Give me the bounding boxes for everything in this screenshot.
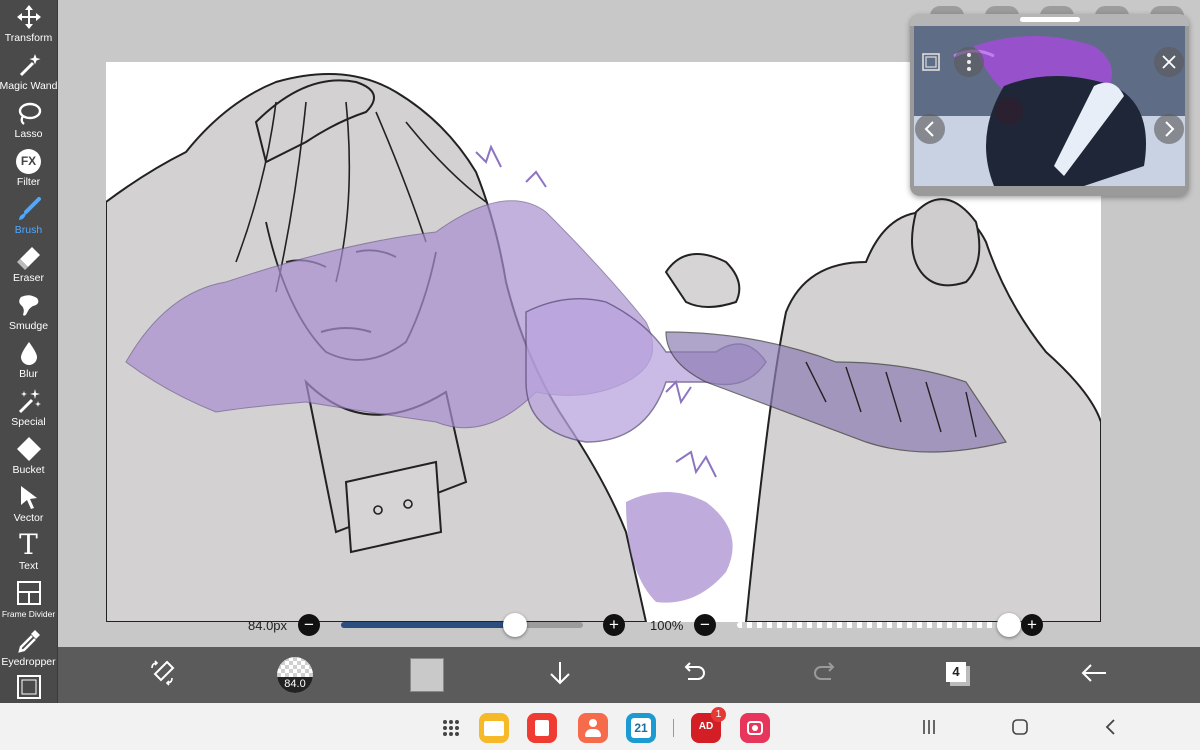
tool-label: Text: [18, 560, 39, 572]
back-icon[interactable]: [1099, 715, 1123, 739]
tool-magic-wand[interactable]: Magic Wand: [0, 48, 57, 96]
bucket-icon: [14, 434, 44, 464]
tool-eyedropper[interactable]: Eyedropper: [0, 624, 57, 672]
my-files-app[interactable]: [479, 713, 509, 743]
tool-label: Eraser: [13, 272, 44, 284]
layers-icon: 4: [944, 660, 974, 690]
back-button[interactable]: [1066, 647, 1122, 703]
tool-vector[interactable]: Vector: [0, 480, 57, 528]
tool-label: Smudge: [8, 320, 49, 332]
camera-app[interactable]: [740, 713, 770, 743]
system-nav-bar: 21 AD 1: [0, 703, 1200, 750]
text-icon: T: [19, 528, 38, 561]
eraser-icon: [14, 242, 44, 272]
tool-canvas[interactable]: [0, 670, 57, 702]
tool-text[interactable]: T Text: [0, 528, 57, 576]
tool-label: Frame Divider: [1, 609, 56, 619]
swap-color-icon: [147, 658, 177, 693]
vector-cursor-icon: [14, 482, 44, 512]
tool-frame-divider[interactable]: Frame Divider: [0, 576, 57, 624]
tool-label: Vector: [13, 512, 44, 524]
brush-size-icon: 84.0: [277, 657, 313, 693]
more-options-icon[interactable]: [954, 47, 984, 77]
color-swatch: [410, 658, 444, 692]
back-arrow-icon: [1079, 658, 1109, 693]
special-sparkle-icon: [14, 386, 44, 416]
canvas-icon: [14, 672, 44, 702]
tool-label: Magic Wand: [0, 80, 58, 92]
size-decrease-button[interactable]: −: [298, 614, 320, 636]
bottom-toolbar: 84.0 4: [58, 647, 1200, 703]
layers-count: 4: [946, 662, 966, 682]
home-icon[interactable]: [1008, 715, 1032, 739]
video-frame: [914, 26, 1185, 186]
floating-video-window[interactable]: [910, 14, 1189, 196]
opacity-increase-button[interactable]: +: [1021, 614, 1043, 636]
undo-icon: [678, 658, 708, 693]
undo-button[interactable]: [665, 647, 721, 703]
tool-label: Lasso: [14, 128, 43, 140]
redo-button[interactable]: [798, 647, 854, 703]
brush-icon: [14, 194, 44, 224]
next-icon[interactable]: [1154, 114, 1184, 144]
tool-palette: Transform Magic Wand Lasso FX Filter Bru…: [0, 0, 58, 703]
tool-transform[interactable]: Transform: [0, 0, 57, 48]
opacity-value: 100%: [650, 618, 684, 633]
frame-divider-icon: [14, 578, 44, 608]
size-slider-thumb[interactable]: [503, 613, 528, 637]
tool-special[interactable]: Special: [0, 384, 57, 432]
redo-icon: [811, 658, 841, 693]
close-icon[interactable]: [1154, 47, 1184, 77]
tool-label: Special: [11, 416, 46, 428]
calendar-app[interactable]: 21: [626, 713, 656, 743]
layers-button[interactable]: 4: [931, 647, 987, 703]
notes-app[interactable]: [527, 713, 557, 743]
tool-label: Bucket: [12, 464, 45, 476]
ad-blocker-app[interactable]: AD 1: [691, 707, 726, 743]
tool-label: Brush: [14, 224, 43, 236]
download-button[interactable]: [532, 647, 588, 703]
notification-badge: 1: [711, 707, 726, 722]
fx-filter-icon: FX: [14, 146, 44, 176]
tool-eraser[interactable]: Eraser: [0, 240, 57, 288]
blur-drop-icon: [14, 338, 44, 368]
size-slider-track[interactable]: [341, 622, 583, 628]
opacity-slider-track[interactable]: [737, 622, 1009, 628]
tool-blur[interactable]: Blur: [0, 336, 57, 384]
opacity-slider-thumb[interactable]: [997, 613, 1021, 637]
smudge-icon: [14, 290, 44, 320]
app-drawer-icon[interactable]: [436, 713, 466, 743]
recent-apps-icon[interactable]: [917, 715, 941, 739]
tool-label: Eyedropper: [1, 656, 56, 668]
tool-label: Filter: [16, 176, 41, 188]
move-arrows-icon: [14, 2, 44, 32]
contacts-app[interactable]: [578, 713, 608, 743]
tool-smudge[interactable]: Smudge: [0, 288, 57, 336]
tool-bucket[interactable]: Bucket: [0, 432, 57, 480]
brush-size-button[interactable]: 84.0: [267, 647, 323, 703]
tool-label: Blur: [19, 368, 38, 380]
tool-label: Transform: [4, 32, 53, 44]
lasso-icon: [14, 98, 44, 128]
eyedropper-icon: [14, 626, 44, 656]
swap-color-button[interactable]: [134, 647, 190, 703]
opacity-decrease-button[interactable]: −: [694, 614, 716, 636]
tool-filter[interactable]: FX Filter: [0, 144, 57, 192]
color-picker-button[interactable]: [399, 647, 455, 703]
popup-drag-bar[interactable]: [910, 14, 1189, 26]
brush-size-value: 84.0px: [248, 618, 288, 633]
size-slider-fill: [341, 622, 516, 628]
pip-mode-icon[interactable]: [916, 47, 946, 77]
size-increase-button[interactable]: +: [603, 614, 625, 636]
tool-brush[interactable]: Brush: [0, 192, 57, 240]
tool-lasso[interactable]: Lasso: [0, 96, 57, 144]
download-arrow-icon: [545, 658, 575, 693]
magic-wand-icon: [14, 50, 44, 80]
previous-icon[interactable]: [915, 114, 945, 144]
